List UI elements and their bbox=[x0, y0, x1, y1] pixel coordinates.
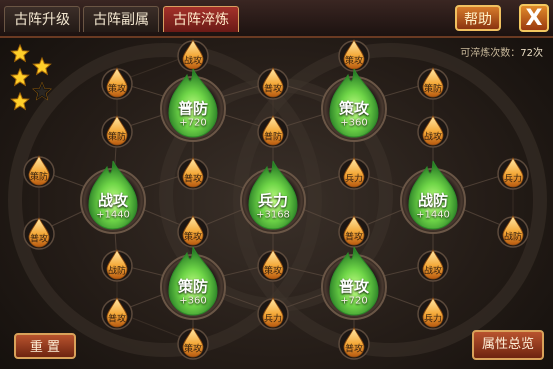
core-node-name: 策防 bbox=[177, 277, 209, 296]
small-node-label: 普攻 bbox=[183, 174, 203, 185]
small-node-label: 战防 bbox=[503, 232, 523, 243]
small-node-label: 战攻 bbox=[423, 132, 443, 143]
core-node-name: 普攻 bbox=[338, 277, 370, 296]
small-node-label: 普攻 bbox=[263, 84, 283, 95]
small-node-label: 策攻 bbox=[183, 344, 203, 355]
core-node-value: +1440 bbox=[96, 209, 130, 221]
refine-screen: 古阵升级 古阵副属 古阵淬炼 帮助 X 可淬炼次数：72次 战攻 策攻 策攻 普… bbox=[0, 0, 553, 369]
star-filled-icon bbox=[32, 56, 52, 76]
small-node-label: 策防 bbox=[107, 132, 127, 143]
small-node-label: 兵力 bbox=[344, 174, 364, 185]
core-node-name: 兵力 bbox=[257, 191, 289, 210]
small-node-label: 普攻 bbox=[107, 314, 127, 325]
core-node-value: +720 bbox=[179, 117, 207, 129]
small-node-label: 战攻 bbox=[183, 56, 203, 67]
small-node-label: 策防 bbox=[29, 172, 49, 183]
small-node-label: 战攻 bbox=[423, 266, 443, 277]
core-node-value: +3168 bbox=[256, 209, 290, 221]
small-node-label: 策攻 bbox=[344, 56, 364, 67]
small-node-label: 兵力 bbox=[503, 174, 523, 185]
core-node-value: +720 bbox=[340, 295, 368, 307]
star-filled-icon bbox=[10, 67, 30, 87]
small-node-label: 策防 bbox=[423, 84, 443, 95]
core-node-value: +1440 bbox=[416, 209, 450, 221]
core-node-name: 战攻 bbox=[97, 191, 129, 210]
attribute-summary-button[interactable]: 属性总览 bbox=[472, 330, 544, 360]
small-node-label: 策攻 bbox=[183, 232, 203, 243]
small-node-label: 兵力 bbox=[423, 314, 443, 325]
small-node-label: 普攻 bbox=[344, 232, 364, 243]
star-filled-icon bbox=[10, 43, 30, 63]
small-node-label: 战防 bbox=[107, 266, 127, 277]
small-node-label: 普防 bbox=[263, 132, 283, 143]
core-node-name: 普防 bbox=[177, 99, 209, 118]
small-node-label: 策攻 bbox=[263, 266, 283, 277]
core-node-name: 策攻 bbox=[338, 99, 370, 118]
small-node-label: 普攻 bbox=[344, 344, 364, 355]
star-filled-icon bbox=[10, 91, 30, 111]
core-node-value: +360 bbox=[340, 117, 368, 129]
small-node-label: 普攻 bbox=[29, 234, 49, 245]
core-node-value: +360 bbox=[179, 295, 207, 307]
core-node-name: 战防 bbox=[417, 191, 449, 210]
small-node-label: 兵力 bbox=[263, 314, 283, 325]
small-node-label: 策攻 bbox=[107, 84, 127, 95]
reset-button[interactable]: 重 置 bbox=[14, 333, 76, 359]
